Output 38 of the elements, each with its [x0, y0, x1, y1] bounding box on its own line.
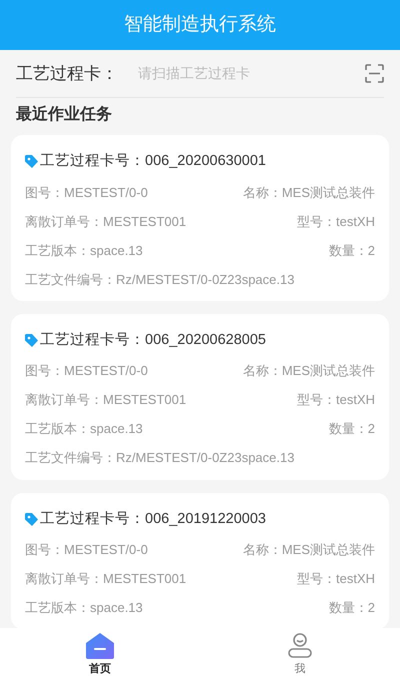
scan-icon[interactable] — [365, 64, 384, 83]
section-title: 最近作业任务 — [16, 106, 112, 123]
card-field: 型号：testXH — [296, 390, 375, 410]
card-title: 工艺过程卡号：006_20191220003 — [40, 510, 266, 528]
card-field: 型号：testXH — [296, 212, 375, 231]
card-field: 工艺文件编号：Rz/MESTEST/0-0Z23space.13 — [25, 448, 294, 468]
card-field: 型号：testXH — [296, 569, 375, 588]
card-field: 离散订单号：MESTEST001 — [25, 212, 186, 231]
card-field: 名称：MES测试总装件 — [242, 361, 375, 381]
app-title: 智能制造执行系统 — [124, 12, 276, 37]
card-field: 名称：MES测试总装件 — [242, 182, 375, 202]
home-icon — [86, 633, 114, 660]
card-field: 图号：MESTEST/0-0 — [25, 540, 148, 560]
card-field: 工艺版本：space.13 — [25, 598, 143, 618]
card-field: 名称：MES测试总装件 — [242, 540, 375, 560]
card-field: 图号：MESTEST/0-0 — [25, 361, 148, 381]
card-field: 工艺版本：space.13 — [25, 419, 143, 439]
task-card[interactable]: 工艺过程卡号：006_20200628005 图号：MESTEST/0-0 名称：MES测试总装件 离散订单号：MESTEST001 型号：testXH 工艺版本：space.13 数量：2 工艺文件编号：Rz/MESTEST/0-0Z23space.13 — [11, 314, 389, 480]
tag-icon — [25, 334, 38, 348]
scan-label: 工艺过程卡： — [16, 62, 119, 85]
tag-icon — [25, 512, 38, 526]
card-field: 图号：MESTEST/0-0 — [25, 182, 148, 202]
tab-item[interactable]: 首页 — [0, 628, 200, 683]
person-icon — [288, 633, 312, 660]
card-field: 离散订单号：MESTEST001 — [25, 569, 186, 588]
tag-icon — [25, 155, 38, 168]
card-title: 工艺过程卡号：006_20200630001 — [40, 152, 266, 171]
card-field: 工艺版本：space.13 — [25, 240, 143, 260]
card-field: 数量：2 — [328, 240, 375, 260]
task-card[interactable]: 工艺过程卡号：006_20191220003 图号：MESTEST/0-0 名称：MES测试总装件 离散订单号：MESTEST001 型号：testXH 工艺版本：space.13 数量：2 — [11, 492, 389, 628]
card-field: 工艺文件编号：Rz/MESTEST/0-0Z23space.13 — [25, 270, 294, 289]
tab-item[interactable]: 我 — [200, 628, 400, 683]
scan-input-field[interactable]: 请扫描工艺过程卡 — [138, 63, 365, 84]
card-field: 离散订单号：MESTEST001 — [25, 390, 186, 410]
card-field: 数量：2 — [328, 598, 375, 618]
card-field: 数量：2 — [328, 419, 375, 439]
card-title: 工艺过程卡号：006_20200628005 — [40, 330, 266, 350]
task-card[interactable]: 工艺过程卡号：006_20200630001 图号：MESTEST/0-0 名称：MES测试总装件 离散订单号：MESTEST001 型号：testXH 工艺版本：space.13 数量：2 工艺文件编号：Rz/MESTEST/0-0Z23space.13 — [11, 135, 389, 301]
